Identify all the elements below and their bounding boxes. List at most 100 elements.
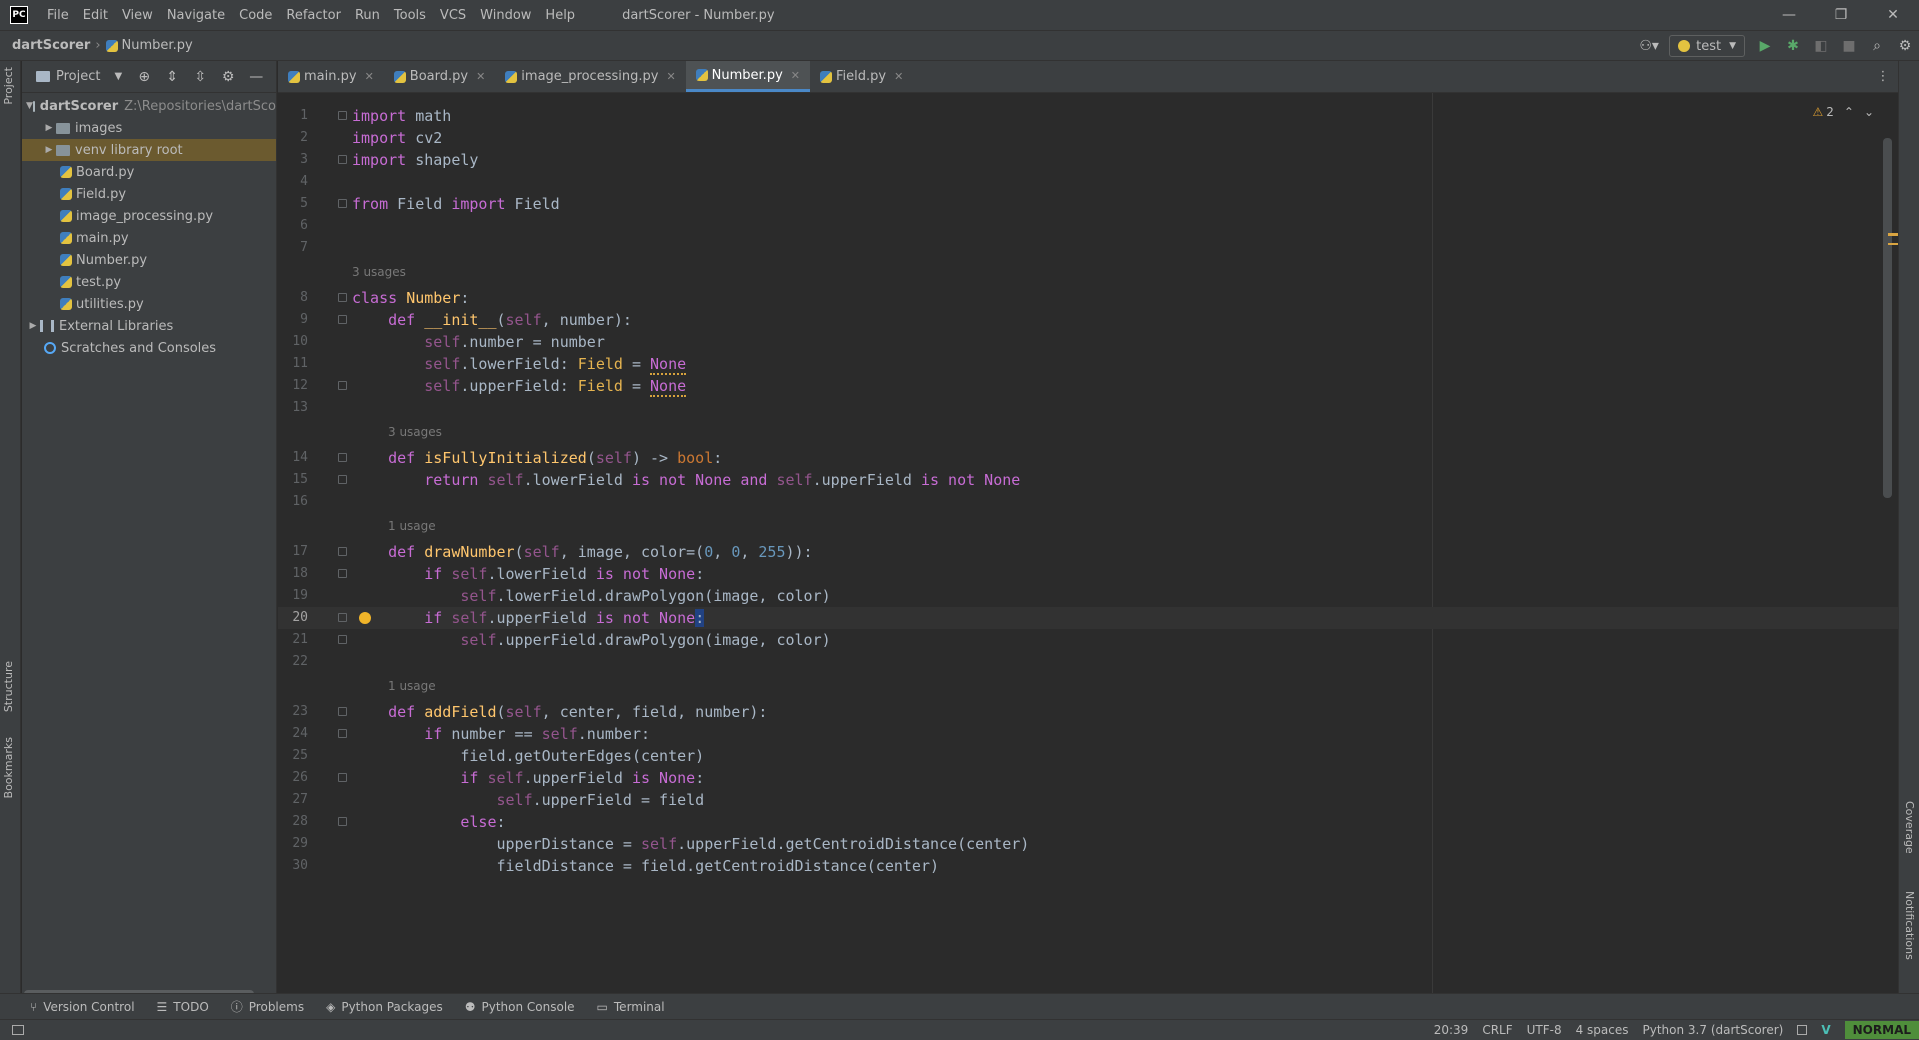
usages-hint[interactable]: 3 usages: [352, 265, 406, 279]
todo-tool-button[interactable]: ☰ TODO: [157, 1000, 209, 1014]
close-tab-icon[interactable]: ✕: [365, 70, 374, 83]
fold-marker-icon[interactable]: [338, 381, 347, 390]
menu-help[interactable]: Help: [538, 8, 582, 23]
chevron-right-icon[interactable]: ▶: [42, 145, 56, 155]
close-tab-icon[interactable]: ✕: [791, 69, 800, 82]
run-icon[interactable]: ▶: [1751, 34, 1779, 58]
usages-hint[interactable]: 1 usage: [388, 679, 436, 693]
tree-item-file[interactable]: main.py: [22, 227, 276, 249]
code-line: 8 class Number:: [278, 287, 1898, 309]
line-separator[interactable]: CRLF: [1482, 1023, 1512, 1037]
code-editor[interactable]: ⚠ 2 ⌃ ⌄ 1 import math 2 import cv2 3 imp…: [278, 93, 1898, 1006]
run-configuration-select[interactable]: test ▼: [1669, 35, 1745, 57]
bookmarks-tool-tab[interactable]: Bookmarks: [2, 737, 15, 798]
usages-hint[interactable]: 1 usage: [388, 519, 436, 533]
collapse-all-icon[interactable]: ⇳: [186, 69, 214, 85]
close-tab-icon[interactable]: ✕: [666, 70, 675, 83]
python-packages-tool-button[interactable]: ◈ Python Packages: [326, 1000, 443, 1014]
menu-navigate[interactable]: Navigate: [160, 8, 232, 23]
tab-number-py[interactable]: Number.py ✕: [685, 61, 810, 92]
stop-icon[interactable]: ■: [1835, 34, 1863, 58]
coverage-tool-tab[interactable]: Coverage: [1903, 801, 1916, 854]
menu-view[interactable]: View: [115, 8, 160, 23]
caret-position[interactable]: 20:39: [1434, 1023, 1469, 1037]
fold-marker-icon[interactable]: [338, 773, 347, 782]
lock-icon[interactable]: [1797, 1025, 1808, 1035]
tool-label: TODO: [173, 999, 209, 1014]
fold-marker-icon[interactable]: [338, 707, 347, 716]
indent-setting[interactable]: 4 spaces: [1576, 1023, 1629, 1037]
restore-button[interactable]: ❐: [1815, 0, 1867, 30]
fold-marker-icon[interactable]: [338, 475, 347, 484]
python-interpreter[interactable]: Python 3.7 (dartScorer): [1643, 1023, 1784, 1037]
breadcrumb-project[interactable]: dartScorer: [12, 38, 90, 53]
chevron-down-icon[interactable]: ▼: [114, 71, 122, 82]
python-console-tool-button[interactable]: ⚉ Python Console: [465, 1000, 575, 1014]
tree-item-file[interactable]: Board.py: [22, 161, 276, 183]
tab-field-py[interactable]: Field.py ✕: [810, 61, 913, 92]
terminal-tool-button[interactable]: ▭ Terminal: [597, 1000, 665, 1014]
close-tab-icon[interactable]: ✕: [476, 70, 485, 83]
tree-item-file[interactable]: Number.py: [22, 249, 276, 271]
fold-marker-icon[interactable]: [338, 635, 347, 644]
toggle-tool-windows-icon[interactable]: [12, 1025, 24, 1035]
user-account-icon[interactable]: ⚇▾: [1635, 34, 1663, 58]
notifications-tool-tab[interactable]: Notifications: [1903, 891, 1916, 960]
tree-item-images[interactable]: ▶ images: [22, 117, 276, 139]
fold-marker-icon[interactable]: [338, 547, 347, 556]
menu-tools[interactable]: Tools: [387, 8, 433, 23]
menu-file[interactable]: File: [40, 8, 76, 23]
tree-item-file[interactable]: image_processing.py: [22, 205, 276, 227]
menu-window[interactable]: Window: [473, 8, 538, 23]
fold-marker-icon[interactable]: [338, 315, 347, 324]
fold-marker-icon[interactable]: [338, 569, 347, 578]
fold-marker-icon[interactable]: [338, 199, 347, 208]
file-encoding[interactable]: UTF-8: [1527, 1023, 1562, 1037]
problems-tool-button[interactable]: ⓘ Problems: [231, 998, 304, 1015]
project-panel-title[interactable]: Project: [56, 69, 100, 84]
structure-tool-tab[interactable]: Structure: [2, 661, 15, 712]
version-control-tool-button[interactable]: ⑂ Version Control: [30, 1000, 135, 1014]
project-tool-tab[interactable]: Project: [2, 67, 15, 105]
minimize-button[interactable]: —: [1763, 0, 1815, 30]
breadcrumb-file[interactable]: Number.py: [122, 38, 193, 53]
locate-file-icon[interactable]: ⊕: [130, 69, 158, 85]
fold-marker-icon[interactable]: [338, 613, 347, 622]
tabs-more-icon[interactable]: ⋮: [1868, 61, 1898, 92]
menu-run[interactable]: Run: [348, 8, 387, 23]
ideavim-icon[interactable]: V: [1821, 1023, 1830, 1037]
debug-icon[interactable]: ✱: [1779, 34, 1807, 58]
menu-vcs[interactable]: VCS: [433, 8, 473, 23]
tree-item-scratches[interactable]: Scratches and Consoles: [22, 337, 276, 359]
fold-marker-icon[interactable]: [338, 453, 347, 462]
tree-item-root[interactable]: ▼ dartScorer Z:\Repositories\dartSco: [22, 95, 276, 117]
fold-marker-icon[interactable]: [338, 729, 347, 738]
fold-marker-icon[interactable]: [338, 111, 347, 120]
tab-main-py[interactable]: main.py ✕: [278, 61, 384, 92]
fold-marker-icon[interactable]: [338, 155, 347, 164]
expand-all-icon[interactable]: ⇕: [158, 69, 186, 85]
menu-edit[interactable]: Edit: [76, 8, 115, 23]
chevron-right-icon[interactable]: ▶: [26, 321, 40, 331]
coverage-run-icon[interactable]: ◧: [1807, 34, 1835, 58]
tab-image-processing-py[interactable]: image_processing.py ✕: [495, 61, 685, 92]
tree-item-file[interactable]: test.py: [22, 271, 276, 293]
tree-item-file[interactable]: utilities.py: [22, 293, 276, 315]
tab-board-py[interactable]: Board.py ✕: [384, 61, 496, 92]
close-button[interactable]: ✕: [1867, 0, 1919, 30]
chevron-down-icon[interactable]: ▼: [26, 101, 33, 111]
options-gear-icon[interactable]: ⚙: [214, 69, 242, 85]
menu-refactor[interactable]: Refactor: [279, 8, 348, 23]
search-icon[interactable]: ⌕: [1863, 34, 1891, 58]
menu-code[interactable]: Code: [232, 8, 279, 23]
tree-item-file[interactable]: Field.py: [22, 183, 276, 205]
hide-panel-icon[interactable]: —: [242, 69, 270, 85]
fold-marker-icon[interactable]: [338, 293, 347, 302]
tree-item-external-libraries[interactable]: ▶ External Libraries: [22, 315, 276, 337]
chevron-right-icon[interactable]: ▶: [42, 123, 56, 133]
tree-item-venv[interactable]: ▶ venv library root: [22, 139, 276, 161]
settings-gear-icon[interactable]: ⚙: [1891, 34, 1919, 58]
close-tab-icon[interactable]: ✕: [894, 70, 903, 83]
fold-marker-icon[interactable]: [338, 817, 347, 826]
usages-hint[interactable]: 3 usages: [388, 425, 442, 439]
